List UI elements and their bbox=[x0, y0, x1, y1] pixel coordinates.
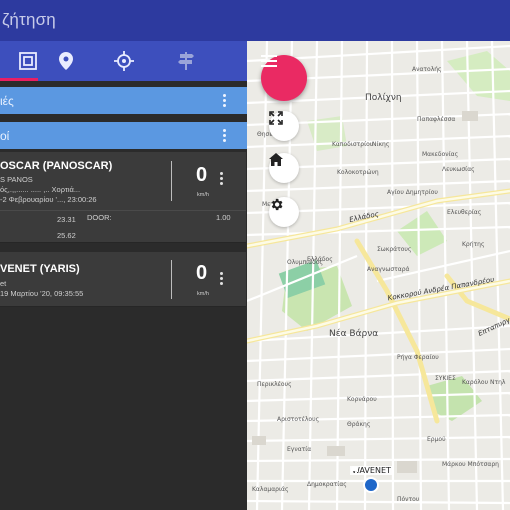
vehicle-marker[interactable]: WAVENET bbox=[350, 466, 393, 493]
door-label: DOOR: bbox=[87, 213, 112, 222]
fullscreen-button[interactable] bbox=[269, 111, 299, 141]
vehicle-date: 19 Μαρτίου '20, 09:35:55 bbox=[0, 289, 84, 298]
map-label-anatolis: Ανατολής bbox=[412, 66, 442, 73]
crosshair-icon bbox=[114, 51, 134, 71]
signpost-icon bbox=[178, 52, 194, 70]
map-label-polichni: Πολίχνη bbox=[365, 93, 402, 103]
map-label-makedonias: Μακεδονίας bbox=[422, 151, 459, 158]
map-label-anagnosti: Αναγνωσταρά bbox=[367, 266, 410, 273]
map-label-pontou: Πόντου bbox=[397, 496, 420, 503]
map-pin-icon bbox=[59, 52, 73, 70]
map-label-kapodistriou: Καποδιστρίου bbox=[332, 141, 374, 148]
vehicle-speed: 0 bbox=[196, 164, 208, 186]
group-header-1[interactable]: ιές bbox=[0, 87, 247, 114]
tab-locate[interactable] bbox=[96, 41, 152, 81]
speed-unit: km/h bbox=[197, 291, 209, 297]
vehicle-card[interactable]: VENET (YARIS) et 19 Μαρτίου '20, 09:35:5… bbox=[0, 252, 246, 307]
vehicle-more-icon[interactable] bbox=[220, 272, 224, 287]
vehicle-name: OSCAR (PANOSCAR) bbox=[0, 160, 113, 172]
home-button[interactable] bbox=[269, 153, 299, 183]
sensor-value-1: 23.31 bbox=[57, 215, 76, 224]
speed-unit: km/h bbox=[197, 192, 209, 198]
map-label-kalamarias: Καλαμαριάς bbox=[252, 486, 289, 493]
home-icon bbox=[269, 153, 283, 166]
map-label-markou: Μάρκου Μπότσαρη bbox=[442, 461, 499, 468]
map-label-dimokratias: Δημοκρατίας bbox=[307, 481, 347, 488]
vehicle-name: VENET (YARIS) bbox=[0, 263, 80, 275]
group-more-icon[interactable] bbox=[223, 129, 227, 144]
map-label-perikleous: Περικλέους bbox=[257, 381, 292, 388]
map-label-agiou: Αγίου Δημητρίου bbox=[387, 189, 438, 196]
map-label-riga: Ρήγα Φεραίου bbox=[397, 354, 439, 361]
map-label-sokratous: Σωκράτους bbox=[377, 246, 412, 253]
door-value: 1.00 bbox=[216, 213, 231, 222]
map-label-thrakis: Θράκης bbox=[347, 421, 371, 428]
group-title: ιές bbox=[0, 94, 14, 108]
map-label-olympiados: Ολυμπιάδος bbox=[287, 259, 324, 266]
map-label-kolokotroni: Κολοκοτρώνη bbox=[337, 169, 379, 176]
side-panel: ιές οί OSCAR (PANOSCAR) S PANOS ός,.,,..… bbox=[0, 41, 247, 510]
map-label-kritis: Κρήτης bbox=[462, 241, 485, 248]
divider bbox=[171, 260, 172, 299]
vehicle-driver: et bbox=[0, 279, 7, 288]
map-label-ermou: Ερμού bbox=[427, 436, 446, 443]
fullscreen-icon bbox=[269, 111, 283, 125]
vehicle-speed: 0 bbox=[196, 262, 208, 284]
map-label-karolou: Καρόλου Ντηλ bbox=[462, 379, 506, 386]
divider bbox=[171, 161, 172, 201]
settings-button[interactable] bbox=[269, 197, 299, 227]
map-label-egnatia: Εγνατία bbox=[287, 446, 312, 453]
group-more-icon[interactable] bbox=[223, 94, 227, 109]
tab-places[interactable] bbox=[38, 41, 94, 81]
settings-icon bbox=[271, 198, 283, 211]
map-label-pappa: Παπαφλέσσα bbox=[417, 116, 456, 123]
group-header-2[interactable]: οί bbox=[0, 122, 247, 149]
map-label-sykies: ΣΥΚΙΕΣ bbox=[435, 375, 456, 382]
map-label-eleftherias: Ελευθερίας bbox=[447, 209, 482, 216]
active-tab-indicator bbox=[0, 78, 38, 81]
map-label-aristotelous: Αριστοτέλους bbox=[277, 416, 320, 423]
map-view[interactable]: Πολίχνη Ελλάδος Κοκκορού Ανδρέα Παπανδρέ… bbox=[247, 41, 510, 510]
vehicle-more-icon[interactable] bbox=[220, 172, 224, 187]
map-label-nea-varna: Νέα Βάρνα bbox=[329, 329, 379, 339]
sensor-value-2: 25.62 bbox=[57, 231, 76, 240]
map-label-lefkosias: Λευκωσίας bbox=[442, 166, 475, 173]
vehicle-address: ός,.,,...... ..... ,.. Χορτιά... bbox=[0, 185, 81, 194]
vehicle-date: -2 Φεβρουαρίου '..., 23:00:26 bbox=[0, 195, 97, 204]
map-label-kornarou: Κορνάρου bbox=[347, 396, 377, 403]
vehicles-icon bbox=[19, 52, 37, 70]
group-title: οί bbox=[0, 129, 10, 143]
map-menu-button[interactable] bbox=[261, 55, 307, 101]
menu-icon bbox=[261, 55, 277, 67]
car-icon bbox=[351, 466, 380, 493]
app-header: ζήτηση bbox=[0, 0, 510, 41]
divider bbox=[0, 210, 246, 211]
vehicle-card[interactable]: OSCAR (PANOSCAR) S PANOS ός,.,,...... ..… bbox=[0, 152, 246, 243]
map-label-nikis: Νίκης bbox=[372, 141, 390, 148]
app-title: ζήτηση bbox=[2, 10, 56, 29]
vehicle-driver: S PANOS bbox=[0, 175, 33, 184]
tab-bar bbox=[0, 41, 247, 81]
tab-routes[interactable] bbox=[158, 41, 214, 81]
